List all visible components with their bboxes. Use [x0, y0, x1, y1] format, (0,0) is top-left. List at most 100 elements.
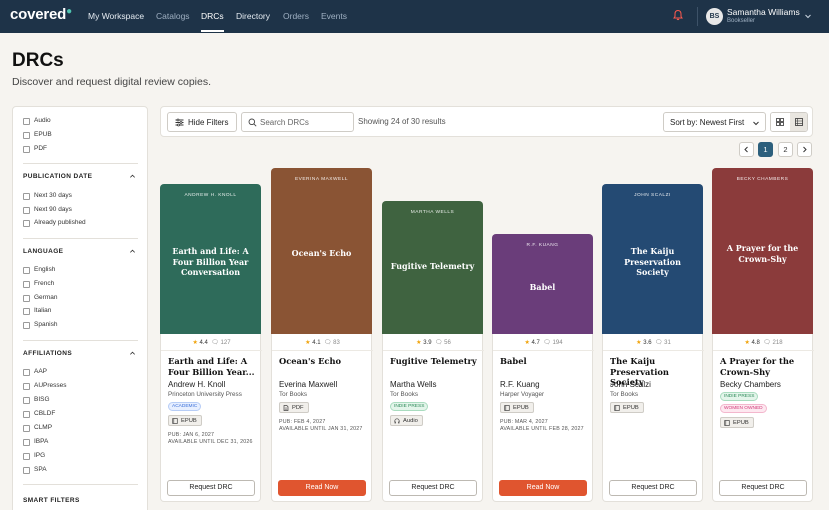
sort-dropdown[interactable]: Sort by: Newest First	[663, 112, 766, 132]
format-badge-pdf: PDF	[279, 402, 309, 413]
filter-checkbox-next-90[interactable]	[23, 207, 30, 214]
search-input[interactable]	[260, 116, 350, 129]
filter-label-pdf[interactable]: PDF	[34, 145, 47, 152]
filter-checkbox-french[interactable]	[23, 281, 30, 288]
filter-label-epub[interactable]: EPUB	[34, 131, 52, 138]
filter-checkbox-clmp[interactable]	[23, 425, 30, 432]
drc-card[interactable]: MARTHA WELLS Fugitive Telemetry ★ 3.9 🗨︎…	[382, 166, 484, 502]
filter-checkbox-aap[interactable]	[23, 369, 30, 376]
logo[interactable]: covered●	[10, 6, 72, 23]
filter-label-next-90[interactable]: Next 90 days	[34, 206, 72, 213]
filter-checkbox-spanish[interactable]	[23, 322, 30, 329]
notification-bell-icon[interactable]	[672, 9, 684, 21]
book-author[interactable]: Martha Wells	[390, 380, 437, 389]
section-smart-filters[interactable]: SMART FILTERS	[23, 497, 80, 504]
chevron-up-icon[interactable]	[129, 173, 136, 180]
filter-checkbox-italian[interactable]	[23, 308, 30, 315]
filter-checkbox-cbldf[interactable]	[23, 411, 30, 418]
nav-my-workspace[interactable]: My Workspace	[88, 11, 144, 21]
filter-checkbox-ibpa[interactable]	[23, 439, 30, 446]
book-author[interactable]: Andrew H. Knoll	[168, 380, 225, 389]
chevron-up-icon[interactable]	[129, 248, 136, 255]
book-cover[interactable]: ANDREW H. KNOLL Earth and Life: A Four B…	[160, 184, 261, 334]
user-name[interactable]: Samantha Williams	[727, 7, 800, 17]
book-author[interactable]: R.F. Kuang	[500, 380, 540, 389]
prev-page-button[interactable]	[739, 142, 754, 157]
book-author[interactable]: John Scalzi	[610, 380, 651, 389]
filter-label-audio[interactable]: Audio	[34, 117, 51, 124]
filter-label-french[interactable]: French	[34, 280, 54, 287]
hide-filters-button[interactable]: Hide Filters	[167, 112, 237, 132]
filter-label-italian[interactable]: Italian	[34, 307, 51, 314]
filter-label-aupresses[interactable]: AUPresses	[34, 382, 67, 389]
read-now-button[interactable]: Read Now	[278, 480, 366, 496]
book-icon	[614, 405, 620, 411]
request-drc-button[interactable]: Request DRC	[167, 480, 255, 496]
nav-catalogs[interactable]: Catalogs	[156, 11, 190, 21]
filter-checkbox-audio[interactable]	[23, 118, 30, 125]
search-box[interactable]	[241, 112, 354, 132]
filter-label-cbldf[interactable]: CBLDF	[34, 410, 55, 417]
book-cover[interactable]: JOHN SCALZI The Kaiju Preservation Socie…	[602, 184, 703, 334]
book-cover[interactable]: BECKY CHAMBERS A Prayer for the Crown-Sh…	[712, 168, 813, 334]
filter-label-bisg[interactable]: BISG	[34, 396, 50, 403]
avatar[interactable]: BS	[706, 8, 723, 25]
drc-card[interactable]: EVERINA MAXWELL Ocean's Echo ★ 4.1 🗨︎ 83…	[271, 166, 373, 502]
section-affiliations[interactable]: AFFILIATIONS	[23, 350, 72, 357]
page-button-2[interactable]: 2	[778, 142, 793, 157]
filter-checkbox-spa[interactable]	[23, 467, 30, 474]
filter-checkbox-aupresses[interactable]	[23, 383, 30, 390]
filter-label-spa[interactable]: SPA	[34, 466, 47, 473]
filter-checkbox-already-published[interactable]	[23, 220, 30, 227]
page-title: DRCs	[12, 50, 64, 71]
filter-checkbox-pdf[interactable]	[23, 146, 30, 153]
drc-card[interactable]: ANDREW H. KNOLL Earth and Life: A Four B…	[160, 166, 262, 502]
request-drc-button[interactable]: Request DRC	[389, 480, 477, 496]
filter-label-already-published[interactable]: Already published	[34, 219, 86, 226]
nav-events[interactable]: Events	[321, 11, 347, 21]
filter-label-aap[interactable]: AAP	[34, 368, 47, 375]
filter-checkbox-next-30[interactable]	[23, 193, 30, 200]
filter-label-english[interactable]: English	[34, 266, 55, 273]
nav-drcs[interactable]: DRCs	[201, 11, 224, 21]
book-title[interactable]: Earth and Life: A Four Billion Year...	[168, 356, 258, 377]
nav-directory[interactable]: Directory	[236, 11, 270, 21]
filter-label-german[interactable]: German	[34, 294, 57, 301]
filter-label-ibpa[interactable]: IBPA	[34, 438, 48, 445]
hide-filters-label: Hide Filters	[188, 118, 229, 127]
grid-view-button[interactable]	[771, 113, 790, 131]
book-cover[interactable]: EVERINA MAXWELL Ocean's Echo	[271, 168, 372, 334]
drc-card[interactable]: BECKY CHAMBERS A Prayer for the Crown-Sh…	[712, 166, 814, 502]
filter-label-spanish[interactable]: Spanish	[34, 321, 58, 328]
book-title[interactable]: Babel	[500, 356, 590, 367]
filter-checkbox-ipg[interactable]	[23, 453, 30, 460]
request-drc-button[interactable]: Request DRC	[719, 480, 807, 496]
book-title[interactable]: Ocean's Echo	[279, 356, 369, 367]
book-title[interactable]: Fugitive Telemetry	[390, 356, 480, 367]
filter-checkbox-bisg[interactable]	[23, 397, 30, 404]
chevron-up-icon[interactable]	[129, 350, 136, 357]
next-page-button[interactable]	[797, 142, 812, 157]
book-author[interactable]: Everina Maxwell	[279, 380, 337, 389]
drc-card[interactable]: JOHN SCALZI The Kaiju Preservation Socie…	[602, 166, 704, 502]
book-cover[interactable]: R.F. KUANG Babel	[492, 234, 593, 334]
filter-checkbox-german[interactable]	[23, 295, 30, 302]
filter-checkbox-english[interactable]	[23, 267, 30, 274]
nav-divider	[697, 7, 698, 26]
nav-orders[interactable]: Orders	[283, 11, 309, 21]
section-publication-date[interactable]: PUBLICATION DATE	[23, 173, 92, 180]
request-drc-button[interactable]: Request DRC	[609, 480, 697, 496]
book-author[interactable]: Becky Chambers	[720, 380, 781, 389]
chevron-down-icon[interactable]	[804, 12, 812, 20]
book-title[interactable]: A Prayer for the Crown-Shy	[720, 356, 810, 377]
drc-card[interactable]: R.F. KUANG Babel ★ 4.7 🗨︎ 194 Babel R.F.…	[492, 166, 594, 502]
read-now-button[interactable]: Read Now	[499, 480, 587, 496]
filter-label-ipg[interactable]: IPG	[34, 452, 45, 459]
list-view-button[interactable]	[790, 113, 807, 131]
filter-label-clmp[interactable]: CLMP	[34, 424, 52, 431]
filter-label-next-30[interactable]: Next 30 days	[34, 192, 72, 199]
filter-checkbox-epub[interactable]	[23, 132, 30, 139]
page-button-1[interactable]: 1	[758, 142, 773, 157]
book-cover[interactable]: MARTHA WELLS Fugitive Telemetry	[382, 201, 483, 334]
section-language[interactable]: LANGUAGE	[23, 248, 63, 255]
